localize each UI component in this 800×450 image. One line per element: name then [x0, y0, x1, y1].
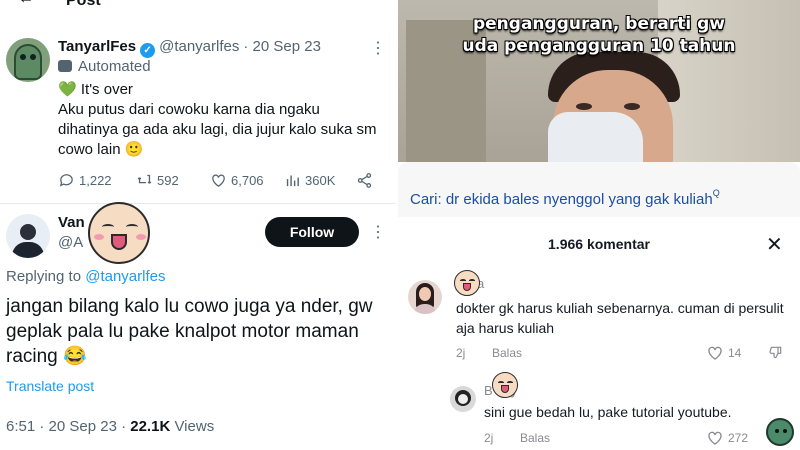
video-caption-line2: uda pengangguran 10 tahun	[462, 36, 736, 56]
thumbs-down-icon	[769, 346, 782, 359]
follow-button[interactable]: Follow	[265, 217, 359, 247]
like-count: 6,706	[231, 173, 264, 188]
author-name[interactable]: Van	[58, 214, 85, 231]
author-handle[interactable]: @A	[58, 234, 83, 251]
author-handle[interactable]: @tanyarlfes	[159, 38, 239, 55]
tweet-timestamp: 6:51 · 20 Sep 23 · 22.1K Views	[6, 418, 215, 435]
comment-time: 2j	[484, 431, 494, 445]
views-button[interactable]: 360K	[284, 172, 335, 189]
like-button[interactable]: 14	[706, 344, 741, 362]
page-title: Post	[66, 0, 101, 9]
dislike-button[interactable]	[768, 344, 784, 363]
like-button[interactable]: 272	[706, 429, 748, 447]
heart-icon	[212, 174, 225, 187]
laughing-face-sticker-icon	[88, 202, 150, 264]
more-options-icon[interactable]: ⋮	[370, 222, 386, 242]
author-name[interactable]: TanyarlFes	[58, 38, 136, 55]
avatar[interactable]	[6, 38, 50, 82]
video-comments-panel: pengangguran, berarti gw uda penganggura…	[398, 0, 800, 450]
post-topbar: ← Post	[0, 0, 395, 10]
comment-footer: 2j Balas 272	[484, 431, 784, 447]
share-icon	[357, 173, 372, 188]
tweet-panel: ← Post TanyarlFes✓@tanyarlfes· 20 Sep 23…	[0, 0, 395, 450]
translate-post-link[interactable]: Translate post	[6, 378, 94, 394]
replying-to: Replying to @tanyarlfes	[6, 268, 166, 285]
comment-footer: 2j Balas 14	[456, 346, 786, 362]
repost-icon	[137, 174, 152, 184]
automated-label: Automated	[58, 58, 151, 75]
view-count: 360K	[305, 173, 336, 188]
bot-icon	[58, 60, 72, 72]
divider	[0, 203, 395, 204]
close-icon[interactable]: ✕	[766, 232, 783, 257]
search-label: Cari:	[410, 191, 442, 208]
search-suggestion[interactable]: Cari: dr ekida bales nyenggol yang gak k…	[398, 162, 800, 217]
avatar[interactable]	[408, 280, 442, 314]
heart-icon	[708, 431, 722, 445]
watermark-mascot-icon	[766, 418, 794, 446]
laughing-face-sticker-icon	[492, 372, 518, 398]
avatar[interactable]	[450, 386, 476, 412]
verified-badge-icon: ✓	[140, 43, 156, 58]
tweet-author[interactable]: TanyarlFes ✓ @tanyarlfes · 20 Sep 23	[58, 38, 321, 58]
reply-count: 1,222	[79, 173, 112, 188]
replying-to-link[interactable]: @tanyarlfes	[85, 268, 165, 285]
search-query[interactable]: dr ekida bales nyenggol yang gak kuliah	[446, 191, 713, 208]
search-icon: Q	[712, 188, 720, 198]
like-button[interactable]: 6,706	[210, 172, 264, 189]
video-caption-line1: pengangguran, berarti gw	[472, 14, 725, 34]
green-heart-icon: 💚	[58, 81, 77, 98]
comment-text: sini gue bedah lu, pake tutorial youtube…	[484, 404, 732, 420]
tweet-date[interactable]: · 20 Sep 23	[243, 38, 321, 55]
reply-button[interactable]: 1,222	[58, 172, 112, 189]
repost-count: 592	[157, 173, 179, 188]
reply-button[interactable]: Balas	[492, 346, 522, 360]
like-count: 14	[728, 346, 742, 360]
back-arrow-icon[interactable]: ←	[18, 0, 34, 8]
view-count: 22.1K	[130, 418, 171, 435]
tweet-text: 💚 It's over Aku putus dari cowoku karna …	[58, 81, 377, 158]
reply-icon	[59, 174, 73, 187]
repost-button[interactable]: 592	[136, 172, 179, 189]
avatar[interactable]	[6, 214, 50, 258]
video-frame[interactable]: pengangguran, berarti gw uda penganggura…	[398, 0, 800, 162]
views-chart-icon	[286, 175, 299, 187]
comment-text: dokter gk harus kuliah sebenarnya. cuman…	[456, 300, 784, 336]
heart-icon	[708, 346, 722, 360]
more-options-icon[interactable]: ⋮	[370, 38, 386, 58]
comment-time: 2j	[456, 346, 466, 360]
tweet-actions: 1,222 592 6,706 360K	[58, 172, 380, 192]
tweet-text: jangan bilang kalo lu cowo juga ya nder,…	[6, 296, 373, 367]
reply-button[interactable]: Balas	[520, 431, 550, 445]
like-count: 272	[728, 431, 749, 445]
laughing-face-sticker-icon	[454, 270, 480, 296]
share-button[interactable]	[356, 172, 373, 189]
comment-count: 1.966 komentar	[548, 236, 650, 252]
